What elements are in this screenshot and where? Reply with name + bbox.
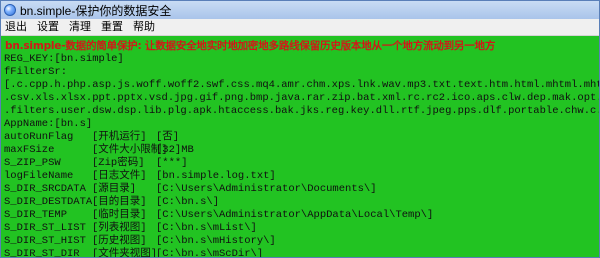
setting-value: [C:\bn.s\mScDir\]: [156, 248, 264, 258]
filter-line: [.c.cpp.h.php.asp.js.woff.woff2.swf.css.…: [4, 79, 599, 91]
setting-value: [C:\bn.s\]: [156, 196, 220, 208]
setting-label: [目的目录]: [92, 196, 147, 208]
menu-reset[interactable]: 重置: [96, 19, 128, 35]
setting-key: logFileName: [4, 170, 74, 182]
window-title: bn.simple-保护你的数据安全: [20, 3, 172, 18]
setting-label: [历史视图]: [92, 235, 147, 247]
setting-label: [Zip密码]: [92, 157, 145, 169]
setting-value: [32]MB: [156, 144, 194, 156]
setting-key: S_DIR_ST_DIR: [4, 248, 80, 258]
setting-label: [源目录]: [92, 183, 137, 195]
setting-label: [日志文件]: [92, 170, 147, 182]
menu-clean[interactable]: 清理: [64, 19, 96, 35]
filter-label-line: fFilterSr:: [4, 66, 68, 78]
setting-key: autoRunFlag: [4, 131, 74, 143]
app-window: bn.simple-保护你的数据安全 退出 设置 清理 重置 帮助 bn.sim…: [0, 0, 600, 258]
setting-label: [文件大小限制]: [92, 144, 168, 156]
setting-value: [C:\bn.s\mList\]: [156, 222, 257, 234]
setting-key: S_DIR_TEMP: [4, 209, 68, 221]
setting-label: [临时目录]: [92, 209, 147, 221]
menu-exit[interactable]: 退出: [1, 19, 32, 35]
setting-key: S_DIR_DESTDATA: [4, 196, 93, 208]
menu-help[interactable]: 帮助: [128, 19, 160, 35]
app-name-line: AppName:[bn.s]: [4, 118, 93, 130]
setting-row-srcdata: S_DIR_SRCDATA [源目录] [C:\Users\Administra…: [4, 183, 377, 196]
app-logo-icon: [4, 4, 16, 16]
log-output-area[interactable]: bn.simple-数据的简单保护: 让数据安全地实时地加密地多路线保留历史版本…: [1, 36, 599, 258]
filter-line: .filters.user.dsw.dsp.lib.plg.apk.htacce…: [4, 105, 599, 117]
setting-row-temp: S_DIR_TEMP [临时目录] [C:\Users\Administrato…: [4, 209, 433, 222]
setting-value: [C:\Users\Administrator\AppData\Local\Te…: [156, 209, 434, 221]
setting-label: [开机运行]: [92, 131, 147, 143]
title-bar[interactable]: bn.simple-保护你的数据安全: [1, 1, 599, 19]
filter-line: .csv.xls.xlsx.ppt.pptx.vsd.jpg.gif.png.b…: [4, 92, 599, 104]
setting-row-zip-psw: S_ZIP_PSW [Zip密码] [***]: [4, 157, 188, 170]
menu-bar: 退出 设置 清理 重置 帮助: [1, 19, 599, 36]
setting-label: [文件夹视图]: [92, 248, 158, 258]
reg-key-line: REG_KEY:[bn.simple]: [4, 53, 124, 65]
setting-row-autorun: autoRunFlag [开机运行] [否]: [4, 131, 179, 144]
setting-key: S_DIR_SRCDATA: [4, 183, 86, 195]
setting-key: maxFSize: [4, 144, 55, 156]
setting-label: [列表视图]: [92, 222, 147, 234]
setting-row-st-list: S_DIR_ST_LIST [列表视图] [C:\bn.s\mList\]: [4, 222, 257, 235]
headline-text: bn.simple-数据的简单保护: 让数据安全地实时地加密地多路线保留历史版本…: [5, 40, 496, 52]
setting-row-st-dir: S_DIR_ST_DIR [文件夹视图] [C:\bn.s\mScDir\]: [4, 248, 264, 258]
setting-row-destdata: S_DIR_DESTDATA [目的目录] [C:\bn.s\]: [4, 196, 219, 209]
setting-key: S_DIR_ST_LIST: [4, 222, 86, 234]
setting-row-maxfsize: maxFSize [文件大小限制] [32]MB: [4, 144, 194, 157]
setting-key: S_DIR_ST_HIST: [4, 235, 86, 247]
menu-settings[interactable]: 设置: [32, 19, 64, 35]
setting-row-st-hist: S_DIR_ST_HIST [历史视图] [C:\bn.s\mHistory\]: [4, 235, 276, 248]
setting-value: [否]: [156, 131, 180, 143]
setting-value: [C:\Users\Administrator\Documents\]: [156, 183, 377, 195]
setting-row-logfile: logFileName [日志文件] [bn.simple.log.txt]: [4, 170, 276, 183]
setting-value: [bn.simple.log.txt]: [156, 170, 276, 182]
setting-value: [C:\bn.s\mHistory\]: [156, 235, 276, 247]
setting-key: S_ZIP_PSW: [4, 157, 61, 169]
setting-value: [***]: [156, 157, 188, 169]
